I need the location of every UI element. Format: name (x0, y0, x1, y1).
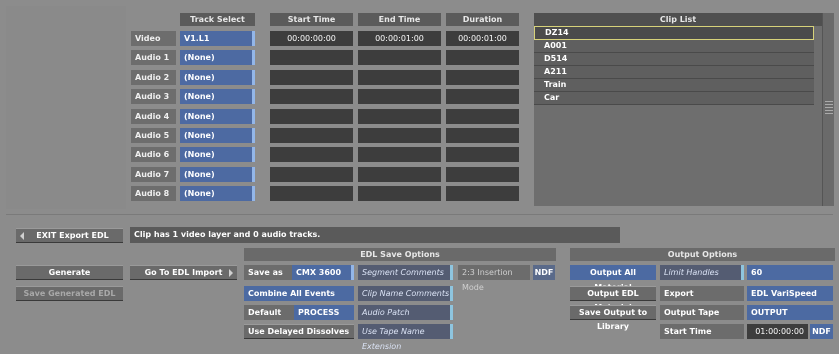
generate-button[interactable]: Generate (16, 265, 123, 280)
start-time-ndf-toggle[interactable]: NDF (810, 324, 833, 339)
duration-field[interactable]: 00:00:01:00 (446, 31, 519, 46)
track-label: Audio 3 (131, 89, 176, 104)
export-timewarps-dropdown[interactable]: EDL VariSpeed (747, 286, 833, 301)
exit-export-edl-button[interactable]: EXIT Export EDL (16, 228, 123, 243)
track-label: Audio 2 (131, 70, 176, 85)
duration-field[interactable] (446, 167, 519, 182)
scrollbar-grip-icon[interactable] (825, 101, 833, 115)
track-select-button[interactable]: (None) (180, 70, 255, 85)
edl-save-options-title: EDL Save Options (244, 248, 556, 261)
end-time-field[interactable] (358, 167, 441, 182)
track-label: Audio 5 (131, 128, 176, 143)
clip-list-panel: Clip List DZ14 A001 D514 A211 Train Car (534, 13, 822, 206)
output-tape-label: Output Tape (660, 305, 744, 320)
clip-list[interactable]: DZ14 A001 D514 A211 Train Car (534, 26, 814, 105)
start-time-field[interactable] (270, 186, 353, 201)
end-time-field[interactable] (358, 186, 441, 201)
combine-all-events-toggle[interactable]: Combine All Events (244, 286, 354, 301)
start-time-field[interactable] (270, 89, 353, 104)
ndf-toggle[interactable]: NDF (533, 265, 555, 280)
save-generated-edl-button[interactable]: Save Generated EDL (16, 286, 123, 301)
track-label: Audio 4 (131, 109, 176, 124)
track-select-button[interactable]: (None) (180, 147, 255, 162)
track-label: Audio 1 (131, 50, 176, 65)
limit-handles-toggle[interactable]: Limit Handles (660, 265, 744, 280)
clip-list-item[interactable]: Train (534, 79, 814, 92)
save-as-label: Save as (244, 265, 292, 280)
arrow-right-icon (229, 269, 233, 277)
go-to-edl-import-button[interactable]: Go To EDL Import (130, 265, 237, 280)
start-time-field[interactable] (270, 167, 353, 182)
output-edl-material-button[interactable]: Output EDL Material (570, 286, 656, 312)
duration-field[interactable] (446, 89, 519, 104)
end-time-field[interactable] (358, 109, 441, 124)
go-to-edl-import-label: Go To EDL Import (144, 268, 223, 277)
start-time-field[interactable] (270, 70, 353, 85)
clip-list-item[interactable]: A001 (534, 40, 814, 53)
limit-handles-field[interactable]: 60 (747, 265, 833, 280)
track-label: Audio 7 (131, 167, 176, 182)
end-time-field[interactable] (358, 147, 441, 162)
top-left-panel (6, 6, 126, 209)
duration-field[interactable] (446, 109, 519, 124)
end-time-field[interactable] (358, 70, 441, 85)
end-time-header: End Time (358, 13, 441, 26)
track-select-button[interactable]: V1.L1 (180, 31, 255, 46)
clip-name-comments-toggle[interactable]: Clip Name Comments (358, 286, 453, 301)
exit-export-edl-label: EXIT Export EDL (36, 231, 109, 240)
clip-list-item[interactable]: DZ14 (534, 26, 814, 40)
export-timewarps-label: Export Timewarps as (660, 286, 744, 313)
output-options-title: Output Options (570, 248, 835, 261)
save-as-dropdown[interactable]: CMX 3600 (292, 265, 354, 280)
end-time-field[interactable]: 00:00:01:00 (358, 31, 441, 46)
start-time-field[interactable] (270, 147, 353, 162)
track-select-button[interactable]: (None) (180, 128, 255, 143)
track-select-header: Track Select (180, 13, 255, 26)
audio-patch-comments-toggle[interactable]: Audio Patch Comments (358, 305, 453, 332)
duration-field[interactable] (446, 50, 519, 65)
start-time-field[interactable] (270, 50, 353, 65)
track-select-button[interactable]: (None) (180, 167, 255, 182)
clip-list-scrollbar[interactable] (822, 13, 834, 206)
clip-list-item[interactable]: D514 (534, 53, 814, 66)
track-select-button[interactable]: (None) (180, 89, 255, 104)
start-time-field[interactable] (270, 109, 353, 124)
divider (6, 214, 833, 215)
clip-list-item[interactable]: A211 (534, 66, 814, 79)
end-time-field[interactable] (358, 89, 441, 104)
output-all-material-button[interactable]: Output All Material (570, 265, 656, 292)
duration-field[interactable] (446, 186, 519, 201)
status-message: Clip has 1 video layer and 0 audio track… (130, 227, 620, 243)
track-select-button[interactable]: (None) (180, 109, 255, 124)
track-label: Audio 8 (131, 186, 176, 201)
track-label: Video Track (131, 31, 176, 58)
save-output-to-library-button[interactable]: Save Output to Library (570, 305, 656, 331)
start-time-label: Start Time (660, 324, 744, 339)
use-delayed-dissolves-toggle[interactable]: Use Delayed Dissolves (244, 324, 354, 339)
start-time-header: Start Time (270, 13, 353, 26)
segment-comments-toggle[interactable]: Segment Comments (358, 265, 453, 280)
default-tape-field[interactable]: PROCESS (294, 305, 354, 320)
end-time-field[interactable] (358, 50, 441, 65)
track-label: Audio 6 (131, 147, 176, 162)
start-time-field[interactable]: 00:00:00:00 (270, 31, 353, 46)
track-select-button[interactable]: (None) (180, 186, 255, 201)
duration-header: Duration (446, 13, 519, 26)
clip-list-title: Clip List (534, 13, 822, 26)
insertion-mode-toggle[interactable]: 2:3 Insertion Mode (458, 265, 530, 292)
use-tape-name-extension-toggle[interactable]: Use Tape Name Extension (358, 324, 453, 351)
default-tape-label: Default Tape (244, 305, 294, 332)
duration-field[interactable] (446, 70, 519, 85)
exit-arrow-icon (20, 232, 24, 240)
output-tape-field[interactable]: OUTPUT (747, 305, 833, 320)
start-time-field[interactable] (270, 128, 353, 143)
end-time-field[interactable] (358, 128, 441, 143)
duration-field[interactable] (446, 128, 519, 143)
track-select-button[interactable]: (None) (180, 50, 255, 65)
start-time-field[interactable]: 01:00:00:00 (747, 324, 808, 339)
clip-list-item[interactable]: Car (534, 92, 814, 105)
duration-field[interactable] (446, 147, 519, 162)
